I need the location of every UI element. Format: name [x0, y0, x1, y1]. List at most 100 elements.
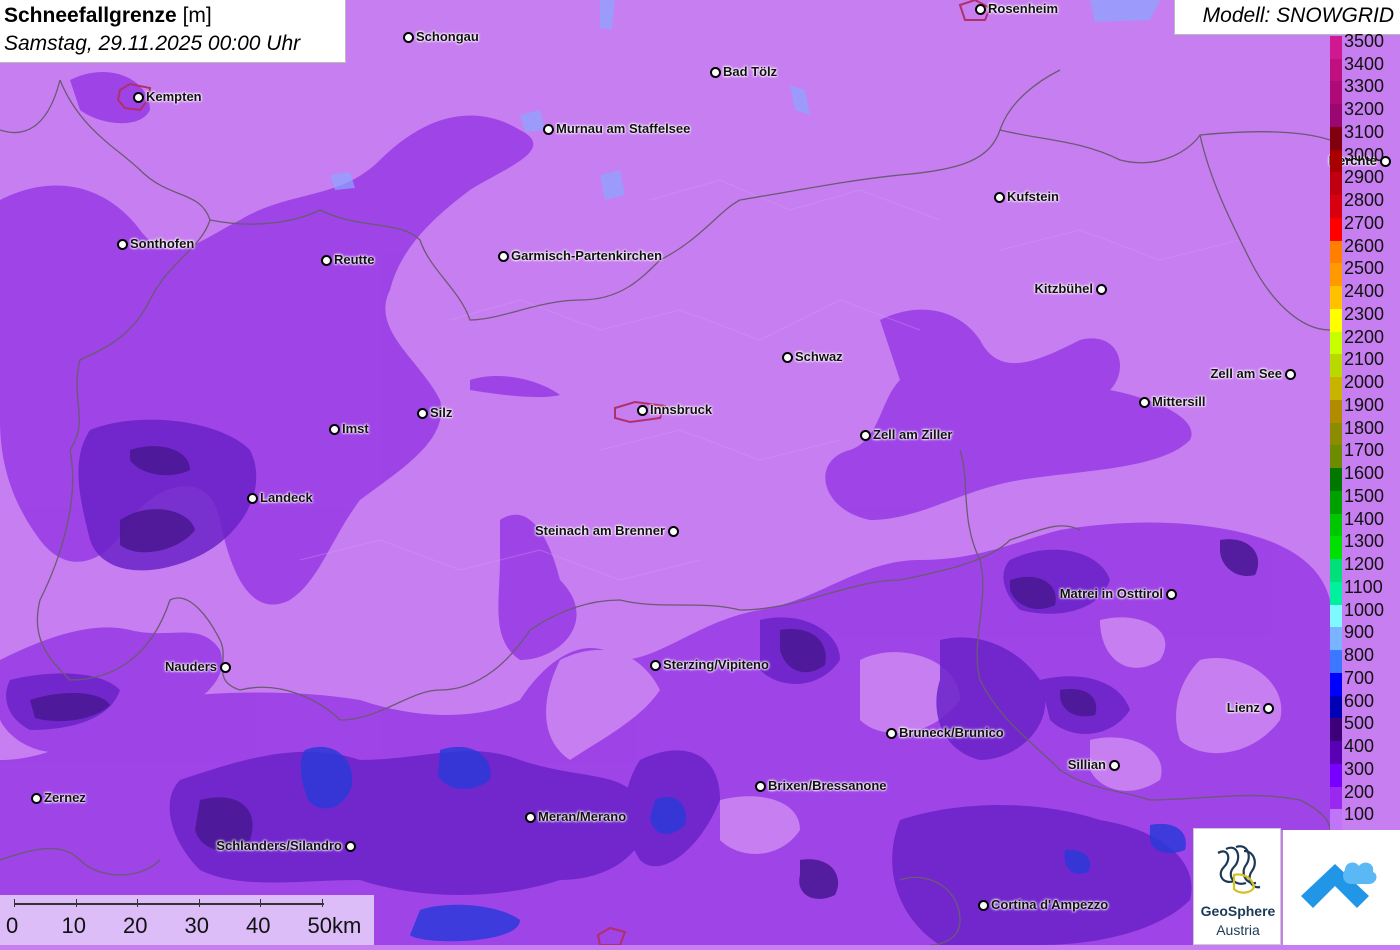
city-marker-sterzing-vipiteno[interactable]: [650, 660, 661, 671]
city-label-schwaz: Schwaz: [795, 349, 843, 364]
city-label-reutte: Reutte: [334, 252, 375, 267]
city-marker-sonthofen[interactable]: [117, 239, 128, 250]
scale-tick: [137, 899, 138, 907]
city-marker-reutte[interactable]: [321, 255, 332, 266]
city-marker-cortina-d-ampezzo[interactable]: [978, 900, 989, 911]
legend-entry: 2200: [1328, 322, 1400, 355]
legend-entry: 3000: [1328, 140, 1400, 173]
scale-bar: 0 10 20 30 40 50km: [0, 895, 374, 945]
city-marker-sillian[interactable]: [1109, 760, 1120, 771]
city-label-bad-t-lz: Bad Tölz: [723, 64, 778, 79]
city-marker-kempten[interactable]: [133, 92, 144, 103]
city-label-bruneck-brunico: Bruneck/Brunico: [899, 725, 1004, 740]
city-marker-zell-am-see[interactable]: [1285, 369, 1296, 380]
city-marker-bruneck-brunico[interactable]: [886, 728, 897, 739]
geosphere-subtitle: Austria: [1216, 922, 1260, 938]
legend-entry: 700: [1328, 663, 1400, 696]
legend-entry: 2600: [1328, 231, 1400, 264]
city-marker-bad-t-lz[interactable]: [710, 67, 721, 78]
snowfall-line-map[interactable]: [0, 0, 1400, 945]
legend-entry: 2700: [1328, 208, 1400, 241]
city-label-zell-am-see: Zell am See: [1210, 366, 1282, 381]
city-label-zernez: Zernez: [44, 790, 86, 805]
legend-entry: 2400: [1328, 276, 1400, 309]
city-label-kitzb-hel: Kitzbühel: [1034, 281, 1094, 296]
color-legend: 3500 3400 3300 3200 3100 3000 2900 2800 2700 2600…: [1328, 31, 1400, 832]
city-label-kufstein: Kufstein: [1007, 189, 1059, 204]
legend-entry: 1900: [1328, 390, 1400, 423]
city-marker-zell-am-ziller[interactable]: [860, 430, 871, 441]
legend-entry: 300: [1328, 754, 1400, 787]
geosphere-logo[interactable]: GeoSphere Austria: [1193, 828, 1281, 945]
geosphere-name: GeoSphere: [1200, 903, 1276, 919]
city-marker-steinach-am-brenner[interactable]: [668, 526, 679, 537]
legend-entry: 2100: [1328, 344, 1400, 378]
legend-entry: 1300: [1328, 526, 1400, 560]
city-label-mittersill: Mittersill: [1152, 394, 1206, 409]
city-marker-zernez[interactable]: [31, 793, 42, 804]
legend-entry: 1600: [1328, 458, 1400, 491]
city-marker-nauders[interactable]: [220, 662, 231, 673]
scale-label: 20: [123, 913, 148, 938]
legend-entry: 3300: [1328, 71, 1400, 105]
city-marker-imst[interactable]: [329, 424, 340, 435]
scale-tick: [321, 899, 323, 907]
map-title-box: Schneefallgrenze [m] Samstag, 29.11.2025…: [0, 0, 346, 63]
city-marker-brixen-bressanone[interactable]: [755, 781, 766, 792]
city-marker-schwaz[interactable]: [782, 352, 793, 363]
city-marker-kufstein[interactable]: [994, 192, 1005, 203]
map-datetime: Samstag, 29.11.2025 00:00 Uhr: [4, 32, 301, 55]
scale-label: 0: [6, 913, 19, 938]
geosphere-swirl-icon: [1217, 845, 1261, 894]
city-label-rosenheim: Rosenheim: [988, 1, 1059, 16]
city-label-imst: Imst: [342, 421, 369, 436]
legend-entry: 2000: [1328, 367, 1400, 400]
scale-label: 50km: [307, 913, 362, 938]
city-label-lienz: Lienz: [1226, 700, 1260, 715]
scale-label: 10: [61, 913, 86, 938]
city-label-landeck: Landeck: [260, 490, 313, 505]
city-marker-meran-merano[interactable]: [525, 812, 536, 823]
legend-entry: 3200: [1328, 94, 1400, 127]
city-marker-garmisch-partenkirchen[interactable]: [498, 251, 509, 262]
city-marker-matrei-in-osttirol[interactable]: [1166, 589, 1177, 600]
city-label-innsbruck: Innsbruck: [650, 402, 713, 417]
legend-entry: 1800: [1328, 413, 1400, 446]
city-label-murnau-am-staffelsee: Murnau am Staffelsee: [556, 121, 691, 136]
scale-label: 30: [184, 913, 209, 938]
city-label-garmisch-partenkirchen: Garmisch-Partenkirchen: [511, 248, 663, 263]
city-marker-rosenheim[interactable]: [975, 4, 986, 15]
legend-entry: 2900: [1328, 162, 1400, 196]
scale-line: [14, 903, 324, 905]
scale-tick: [260, 899, 261, 907]
city-marker-schongau[interactable]: [403, 32, 414, 43]
city-label-zell-am-ziller: Zell am Ziller: [873, 427, 953, 442]
city-marker-murnau-am-staffelsee[interactable]: [543, 124, 554, 135]
legend-entry: 800: [1328, 640, 1400, 673]
city-marker-landeck[interactable]: [247, 493, 258, 504]
legend-entry: 1400: [1328, 504, 1400, 537]
city-marker-kitzb-hel[interactable]: [1096, 284, 1107, 295]
city-label-schongau: Schongau: [416, 29, 479, 44]
unit-label: [m]: [182, 4, 212, 27]
city-marker-schlanders-silandro[interactable]: [345, 841, 356, 852]
legend-entry: 600: [1328, 686, 1400, 719]
legend-entry: 2500: [1328, 253, 1400, 287]
city-marker-lienz[interactable]: [1263, 703, 1274, 714]
city-marker-silz[interactable]: [417, 408, 428, 419]
legend-entry: 1200: [1328, 549, 1400, 582]
city-label-nauders: Nauders: [164, 659, 217, 674]
cloud-mountain-logo[interactable]: [1283, 830, 1400, 945]
legend-entry: 200: [1328, 777, 1400, 810]
legend-entry: 400: [1328, 731, 1400, 764]
city-label-brixen-bressanone: Brixen/Bressanone: [768, 778, 887, 793]
city-label-matrei-in-osttirol: Matrei in Osttirol: [1059, 586, 1163, 601]
cloud-mountain-icon: [1301, 862, 1377, 908]
legend-entry: 3100: [1328, 117, 1400, 150]
city-marker-innsbruck[interactable]: [637, 405, 648, 416]
city-label-silz: Silz: [430, 405, 453, 420]
legend-entry: 2300: [1328, 299, 1400, 332]
legend-entry: 1500: [1328, 481, 1400, 514]
city-marker-mittersill[interactable]: [1139, 397, 1150, 408]
legend-entry: 2800: [1328, 185, 1400, 218]
